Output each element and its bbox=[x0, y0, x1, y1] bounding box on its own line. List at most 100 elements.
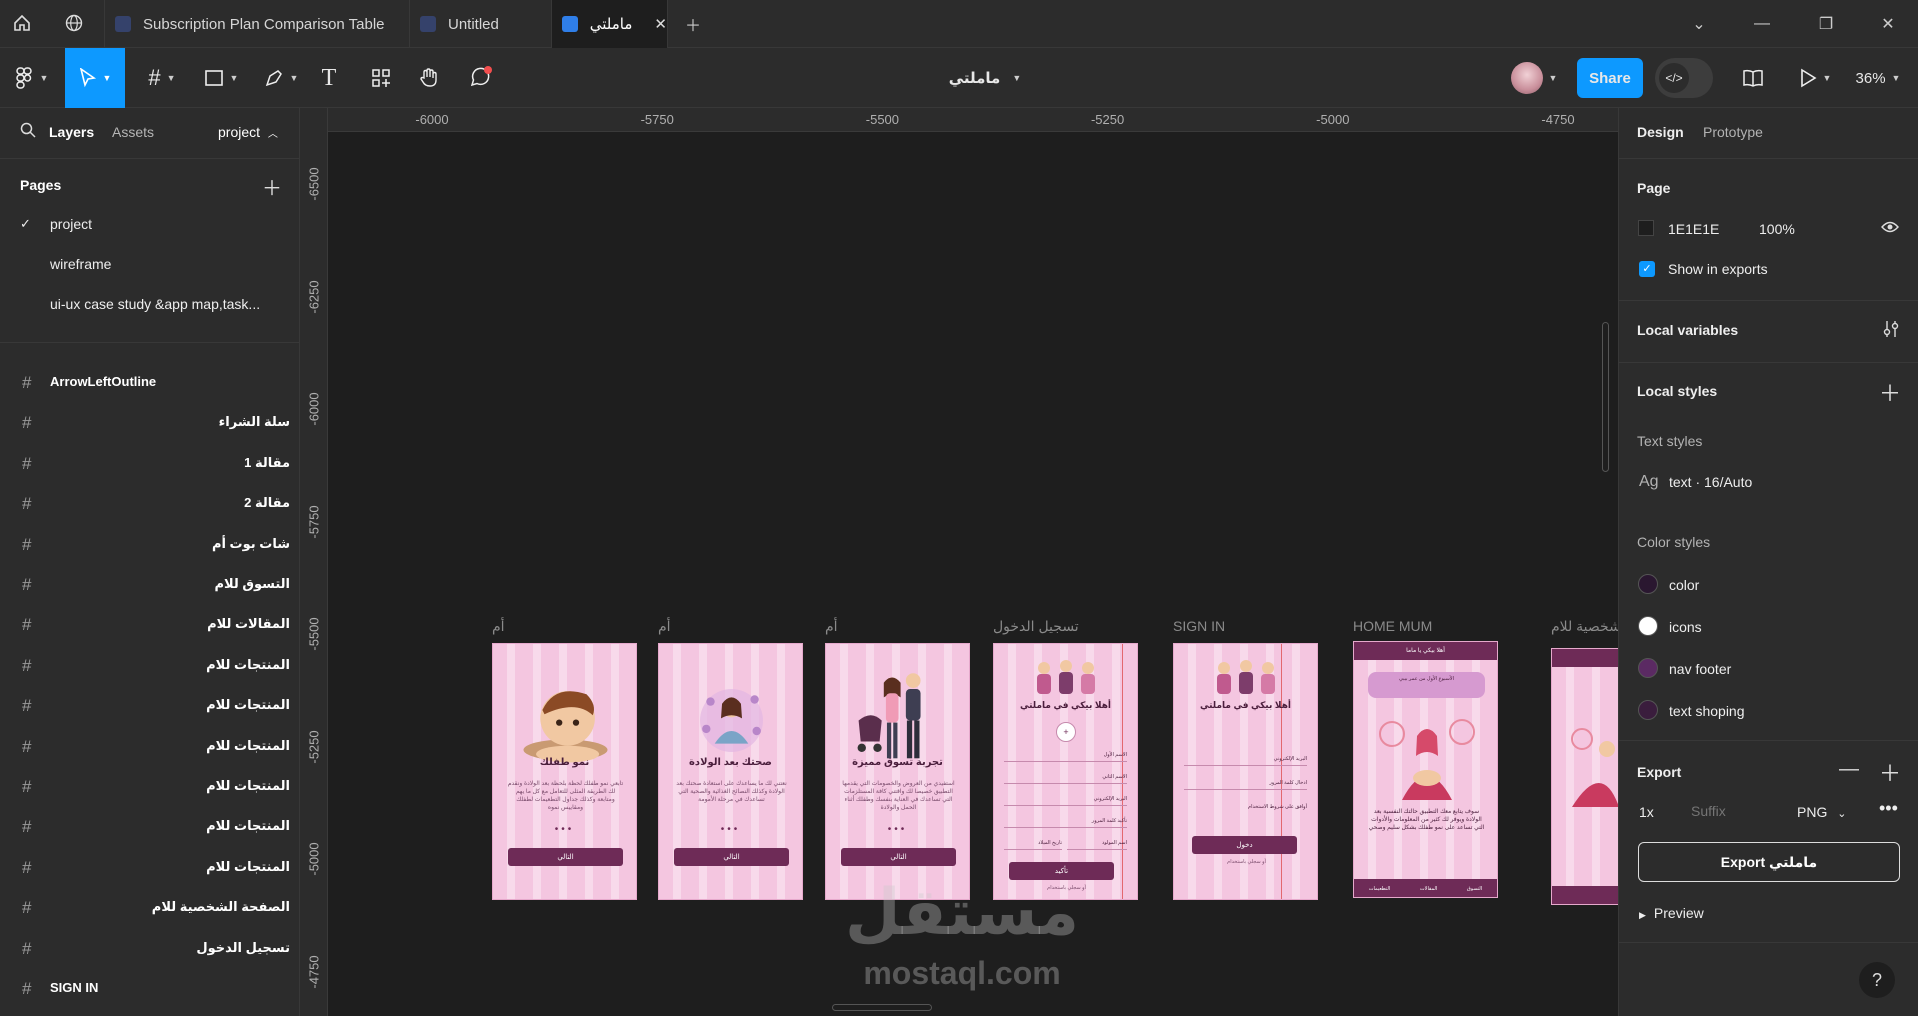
page-item-wireframe[interactable]: wireframe bbox=[0, 244, 299, 284]
layer-item[interactable]: # المنتجات للام bbox=[0, 848, 299, 888]
minimize-icon[interactable]: — bbox=[1750, 12, 1774, 36]
frame-label[interactable]: أم bbox=[825, 618, 838, 635]
baby-name-field[interactable]: اسم المولود bbox=[1067, 838, 1127, 850]
frame-label[interactable]: أم bbox=[492, 618, 505, 635]
nav-shopping[interactable]: التسوق bbox=[1467, 886, 1482, 892]
tab-mamlti[interactable]: ماملتي ✕ bbox=[552, 0, 668, 48]
tab-subscription-plan[interactable]: Subscription Plan Comparison Table bbox=[104, 0, 410, 48]
tab-untitled[interactable]: Untitled bbox=[410, 0, 552, 48]
layer-item[interactable]: # مقالة 1 bbox=[0, 444, 299, 484]
tab-prototype[interactable]: Prototype bbox=[1703, 124, 1763, 140]
help-button[interactable]: ? bbox=[1859, 962, 1895, 998]
color-style-item[interactable]: text shoping bbox=[1669, 703, 1745, 719]
preview-toggle[interactable]: ▶ Preview bbox=[1639, 905, 1704, 921]
layer-item[interactable]: # المنتجات للام bbox=[0, 646, 299, 686]
library-button[interactable] bbox=[1738, 48, 1768, 108]
tab-layers[interactable]: Layers bbox=[49, 124, 94, 140]
color-style-item[interactable]: color bbox=[1669, 577, 1699, 593]
share-button[interactable]: Share bbox=[1577, 58, 1643, 98]
page-item-project[interactable]: ✓ project bbox=[0, 204, 299, 244]
hand-tool-button[interactable] bbox=[414, 48, 444, 108]
frame-label[interactable]: HOME MUM bbox=[1353, 618, 1432, 634]
zoom-menu[interactable]: 36% ▼ bbox=[1848, 48, 1908, 108]
layer-item[interactable]: # المنتجات للام bbox=[0, 807, 299, 847]
login-button[interactable]: دخول bbox=[1192, 836, 1297, 854]
next-button[interactable]: التالي bbox=[841, 848, 956, 866]
pen-tool-button[interactable]: ▼ bbox=[256, 48, 306, 108]
page-opacity-value[interactable]: 100% bbox=[1759, 221, 1795, 237]
tab-design[interactable]: Design bbox=[1637, 124, 1684, 140]
add-style-icon[interactable]: ＋ bbox=[1879, 376, 1901, 408]
text-style-item[interactable]: text · 16/Auto bbox=[1669, 474, 1752, 490]
comment-tool-button[interactable] bbox=[464, 48, 498, 108]
new-tab-icon[interactable]: ＋ bbox=[681, 12, 705, 36]
file-name-menu[interactable]: ماملتي ▼ bbox=[905, 48, 1065, 108]
frame-onboarding-growth[interactable]: نمو طفلك تابعي نمو طفلك لحظة بلحظة بعد ا… bbox=[492, 643, 637, 900]
page-selector[interactable]: project ︿ bbox=[218, 124, 278, 140]
layer-item[interactable]: # التسوق للام bbox=[0, 565, 299, 605]
layer-item[interactable]: # المنتجات للام bbox=[0, 727, 299, 767]
frame-sign-in[interactable]: أهلا بيكي في ماملتي البريد الإلكتروني اد… bbox=[1173, 643, 1318, 900]
main-menu-button[interactable]: ▼ bbox=[8, 48, 56, 108]
page-color-value[interactable]: 1E1E1E bbox=[1668, 221, 1719, 237]
frame-tool-button[interactable]: # ▼ bbox=[137, 48, 187, 108]
restore-icon[interactable]: ❐ bbox=[1814, 12, 1838, 36]
nav-vaccines[interactable]: التطعيمات bbox=[1369, 886, 1391, 892]
frame-onboarding-health[interactable]: صحتك بعد الولادة نعتني لك ما يساعدك على … bbox=[658, 643, 803, 900]
text-tool-button[interactable]: T bbox=[314, 48, 344, 108]
layer-item[interactable]: # الصفحة الشخصية للام bbox=[0, 888, 299, 928]
frame-register[interactable]: أهلا بيكي في ماملتي + الاسم الأول الاسم … bbox=[993, 643, 1138, 900]
first-name-field[interactable]: الاسم الأول bbox=[1004, 750, 1127, 762]
color-style-item[interactable]: icons bbox=[1669, 619, 1702, 635]
export-format-select[interactable]: PNG ⌄ bbox=[1797, 804, 1846, 820]
export-scale-select[interactable]: 1x bbox=[1639, 804, 1654, 820]
page-color-swatch[interactable] bbox=[1638, 220, 1654, 236]
search-icon[interactable] bbox=[20, 122, 36, 143]
move-tool-button[interactable]: ▼ bbox=[65, 48, 125, 108]
vertical-scrollbar[interactable] bbox=[1602, 322, 1609, 472]
frame-home-mum[interactable]: أهلا بيكي يا ماما الأسبوع الأول من عمر ب… bbox=[1353, 641, 1498, 898]
add-page-icon[interactable]: ＋ bbox=[262, 172, 282, 201]
confirm-password-field[interactable]: تأكيد كلمة المرور bbox=[1004, 816, 1127, 828]
frame-label[interactable]: SIGN IN bbox=[1173, 618, 1225, 634]
layer-item[interactable]: # المنتجات للام bbox=[0, 686, 299, 726]
layer-item[interactable]: # سلة الشراء bbox=[0, 403, 299, 443]
email-field[interactable]: البريد الإلكتروني bbox=[1184, 754, 1307, 766]
export-button[interactable]: Export ماملتي bbox=[1638, 842, 1900, 882]
next-button[interactable]: التالي bbox=[508, 848, 623, 866]
show-in-exports-checkbox[interactable]: ✓ bbox=[1639, 261, 1655, 277]
layer-item[interactable]: # SIGN IN bbox=[0, 969, 299, 1009]
user-menu[interactable]: ▼ bbox=[1502, 48, 1566, 108]
resources-button[interactable] bbox=[366, 48, 396, 108]
next-button[interactable]: التالي bbox=[674, 848, 789, 866]
frame-profile-mum[interactable] bbox=[1551, 648, 1618, 905]
chevron-down-icon[interactable]: ⌄ bbox=[1687, 12, 1711, 36]
email-field[interactable]: البريد الإلكتروني bbox=[1004, 794, 1127, 806]
layer-item[interactable]: # مقالة 2 bbox=[0, 484, 299, 524]
terms-checkbox[interactable]: أوافق على شروط الاستخدام bbox=[1184, 802, 1307, 814]
frame-onboarding-shopping[interactable]: تجربة تسوق مميزة استفيدي من العروض والخص… bbox=[825, 643, 970, 900]
layer-item[interactable]: # المنتجات للام bbox=[0, 767, 299, 807]
shape-tool-button[interactable]: ▼ bbox=[196, 48, 246, 108]
page-item-case-study[interactable]: ui-ux case study &app map,task... bbox=[0, 284, 299, 324]
eye-icon[interactable] bbox=[1881, 220, 1899, 239]
birth-date-field[interactable]: تاريخ الميلاد bbox=[1004, 838, 1062, 850]
layer-item[interactable]: # ArrowLeftOutline bbox=[0, 363, 299, 403]
remove-export-icon[interactable]: — bbox=[1839, 758, 1859, 781]
add-export-icon[interactable]: ＋ bbox=[1879, 756, 1901, 788]
nav-articles[interactable]: المقالات bbox=[1420, 886, 1437, 892]
color-style-item[interactable]: nav footer bbox=[1669, 661, 1731, 677]
layer-item[interactable]: #استشارة طبيب bbox=[0, 1009, 299, 1016]
last-name-field[interactable]: الاسم الثاني bbox=[1004, 772, 1127, 784]
local-variables-label[interactable]: Local variables bbox=[1637, 322, 1738, 338]
layer-item[interactable]: # المقالات للام bbox=[0, 605, 299, 645]
home-icon[interactable] bbox=[10, 11, 34, 35]
dev-mode-toggle[interactable]: </> bbox=[1655, 58, 1713, 98]
password-field[interactable]: ادخال كلمة المرور bbox=[1184, 778, 1307, 790]
variables-icon[interactable] bbox=[1883, 320, 1899, 343]
layer-item[interactable]: # تسجيل الدخول bbox=[0, 929, 299, 969]
globe-icon[interactable] bbox=[62, 11, 86, 35]
frame-label[interactable]: أم bbox=[658, 618, 671, 635]
more-options-icon[interactable]: ••• bbox=[1879, 798, 1898, 819]
layer-item[interactable]: # شات بوت أم bbox=[0, 525, 299, 565]
